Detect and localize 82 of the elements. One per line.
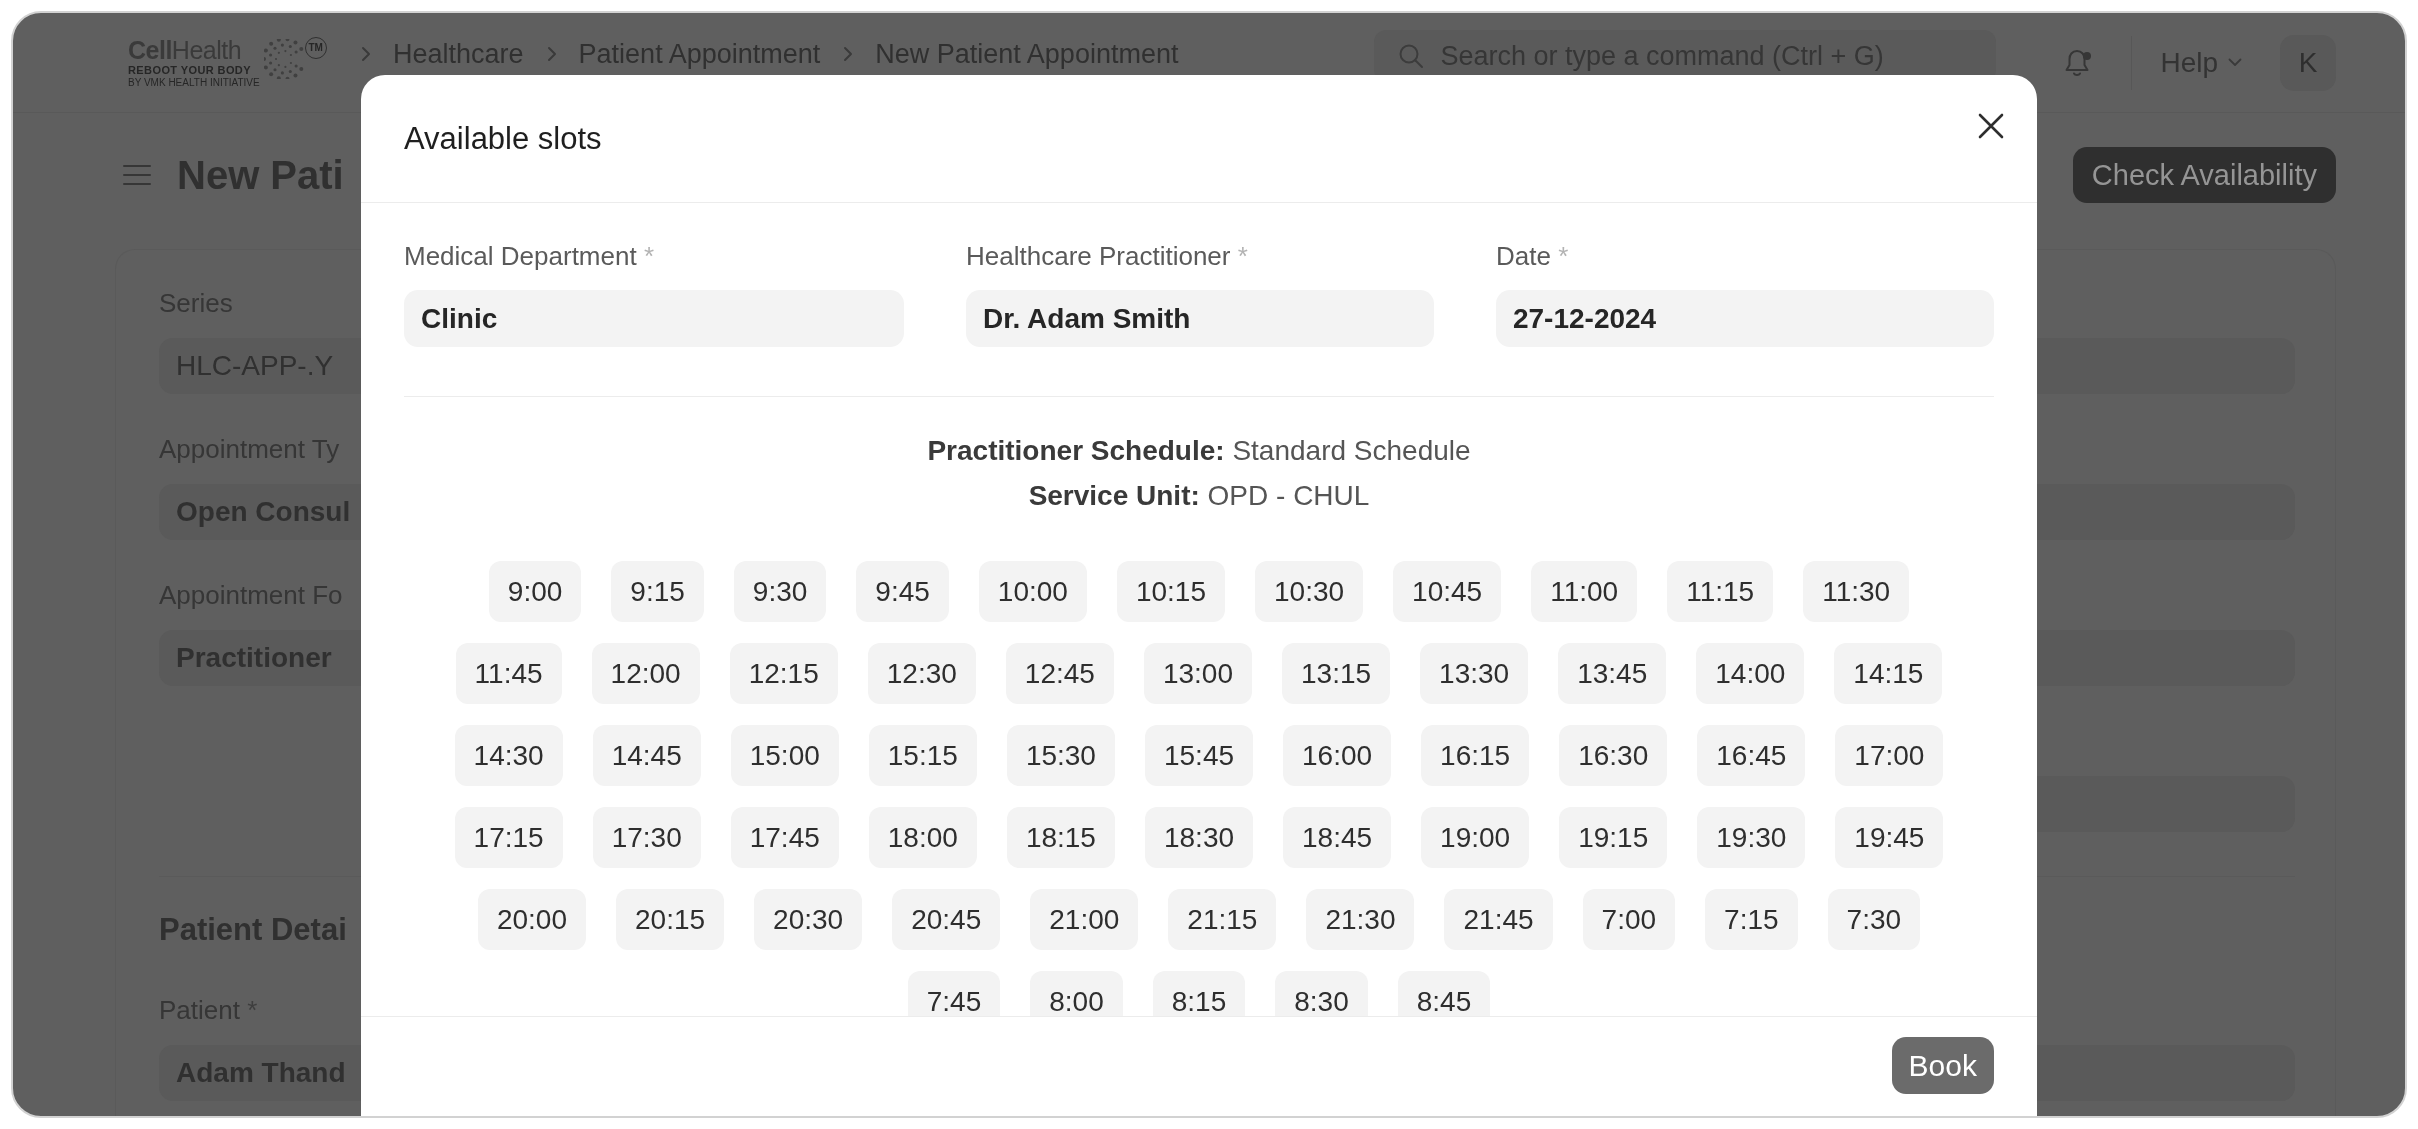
time-slot-button[interactable]: 16:15 [1421,725,1530,786]
time-slot-button[interactable]: 17:15 [454,807,563,868]
time-slot-button[interactable]: 18:15 [1006,807,1115,868]
time-slot-button[interactable]: 17:00 [1835,725,1944,786]
time-slot-button[interactable]: 10:00 [978,561,1087,622]
time-slot-button[interactable]: 12:00 [591,643,700,704]
time-slot-button[interactable]: 9:30 [733,561,827,622]
close-icon[interactable] [1978,113,2004,139]
time-slot-button[interactable]: 13:00 [1143,643,1252,704]
time-slot-button[interactable]: 20:30 [754,889,863,950]
time-slot-button[interactable]: 11:15 [1667,561,1774,622]
input-field[interactable]: Clinic [404,290,904,347]
time-slot-button[interactable]: 21:30 [1306,889,1415,950]
time-slot-button[interactable]: 9:45 [856,561,949,622]
time-slot-button[interactable]: 11:30 [1803,561,1910,622]
caret-icon [2228,58,2242,67]
time-slot-button[interactable]: 21:15 [1168,889,1277,950]
check-availability-button[interactable]: Check Availability [2072,147,2336,203]
time-slot-button[interactable]: 16:00 [1283,725,1392,786]
time-slot-button[interactable]: 14:45 [592,725,701,786]
time-slot-button[interactable]: 18:30 [1144,807,1254,868]
time-slot-button[interactable]: 10:30 [1255,561,1364,622]
search-icon [1398,43,1425,69]
time-slot-button[interactable]: 12:45 [1005,643,1114,704]
time-slot-button[interactable]: 18:45 [1283,807,1392,868]
book-button[interactable]: Book [1891,1037,1994,1094]
dotted-sphere-logo-icon [263,39,304,79]
time-slot-button[interactable]: 17:30 [592,807,701,868]
time-slot-button[interactable]: 13:45 [1558,643,1667,704]
time-slot-button[interactable]: 13:30 [1420,643,1529,704]
input-field[interactable]: Dr. Adam Smith [966,290,1434,347]
chevron-right-icon [360,45,372,63]
time-slot-button[interactable]: 19:45 [1835,807,1944,868]
time-slot-button[interactable]: 7:30 [1827,889,1921,950]
time-slot-button[interactable]: 14:15 [1834,643,1943,704]
time-slot-button[interactable]: 18:00 [868,807,977,868]
time-slot-button[interactable]: 10:15 [1116,561,1225,622]
time-slot-button[interactable]: 7:00 [1582,889,1676,950]
time-slot-button[interactable]: 17:45 [730,807,839,868]
input-field[interactable]: 27-12-2024 [1495,290,1994,347]
time-slot-button[interactable]: 19:00 [1421,807,1530,868]
dialog-title: Available slots [404,120,602,157]
time-slot-button[interactable]: 15:45 [1144,725,1254,786]
time-slot-button[interactable]: 13:15 [1282,643,1391,704]
time-slot-button[interactable]: 19:15 [1559,807,1668,868]
time-slot-button[interactable]: 11:00 [1531,561,1638,622]
time-slot-button[interactable]: 20:00 [477,889,586,950]
time-slot-button[interactable]: 7:45 [907,971,1001,1016]
bell-icon[interactable] [2064,47,2091,78]
field-label: Date * [1495,241,1569,271]
time-slot-button[interactable]: 19:30 [1697,807,1806,868]
time-slot-button[interactable]: 21:00 [1030,889,1139,950]
field-label: Medical Department * [404,241,654,271]
time-slot-button[interactable]: 9:00 [488,561,582,622]
time-slot-button[interactable]: 9:15 [611,561,704,622]
time-slot-button[interactable]: 20:45 [892,889,1001,950]
time-slot-button[interactable]: 8:15 [1152,971,1246,1016]
time-slot-button[interactable]: 16:45 [1697,725,1806,786]
time-slot-button[interactable]: 15:30 [1006,725,1115,786]
chevron-right-icon [842,45,855,63]
time-slot-button[interactable]: 15:15 [868,725,977,786]
time-slot-button[interactable]: 14:30 [454,725,563,786]
time-slot-button[interactable]: 12:30 [867,643,976,704]
time-slot-button[interactable]: 21:45 [1444,889,1553,950]
time-slot-button[interactable]: 7:15 [1705,889,1798,950]
time-slot-button[interactable]: 10:45 [1393,561,1502,622]
field-label: Healthcare Practitioner * [966,241,1248,271]
time-slot-button[interactable]: 16:30 [1559,725,1668,786]
time-slot-button[interactable]: 8:30 [1275,971,1368,1016]
time-slot-button[interactable]: 20:15 [616,889,725,950]
chevron-right-icon [545,45,558,63]
time-slot-button[interactable]: 8:00 [1030,971,1123,1016]
time-slot-button[interactable]: 15:00 [730,725,839,786]
time-slot-button[interactable]: 8:45 [1397,971,1491,1016]
schedule-info: Practitioner Schedule: Standard Schedule [927,434,1471,468]
time-slot-button[interactable]: 12:15 [729,643,838,704]
logo-subline: BY VMK HEALTH INITIATIVE [128,77,260,89]
menu-icon[interactable] [123,164,151,186]
schedule-info: Service Unit: OPD - CHUL [1028,479,1370,513]
time-slot-button[interactable]: 11:45 [455,643,562,704]
logo-tagline: REBOOT YOUR BODY [128,64,251,77]
time-slot-button[interactable]: 14:00 [1696,643,1805,704]
